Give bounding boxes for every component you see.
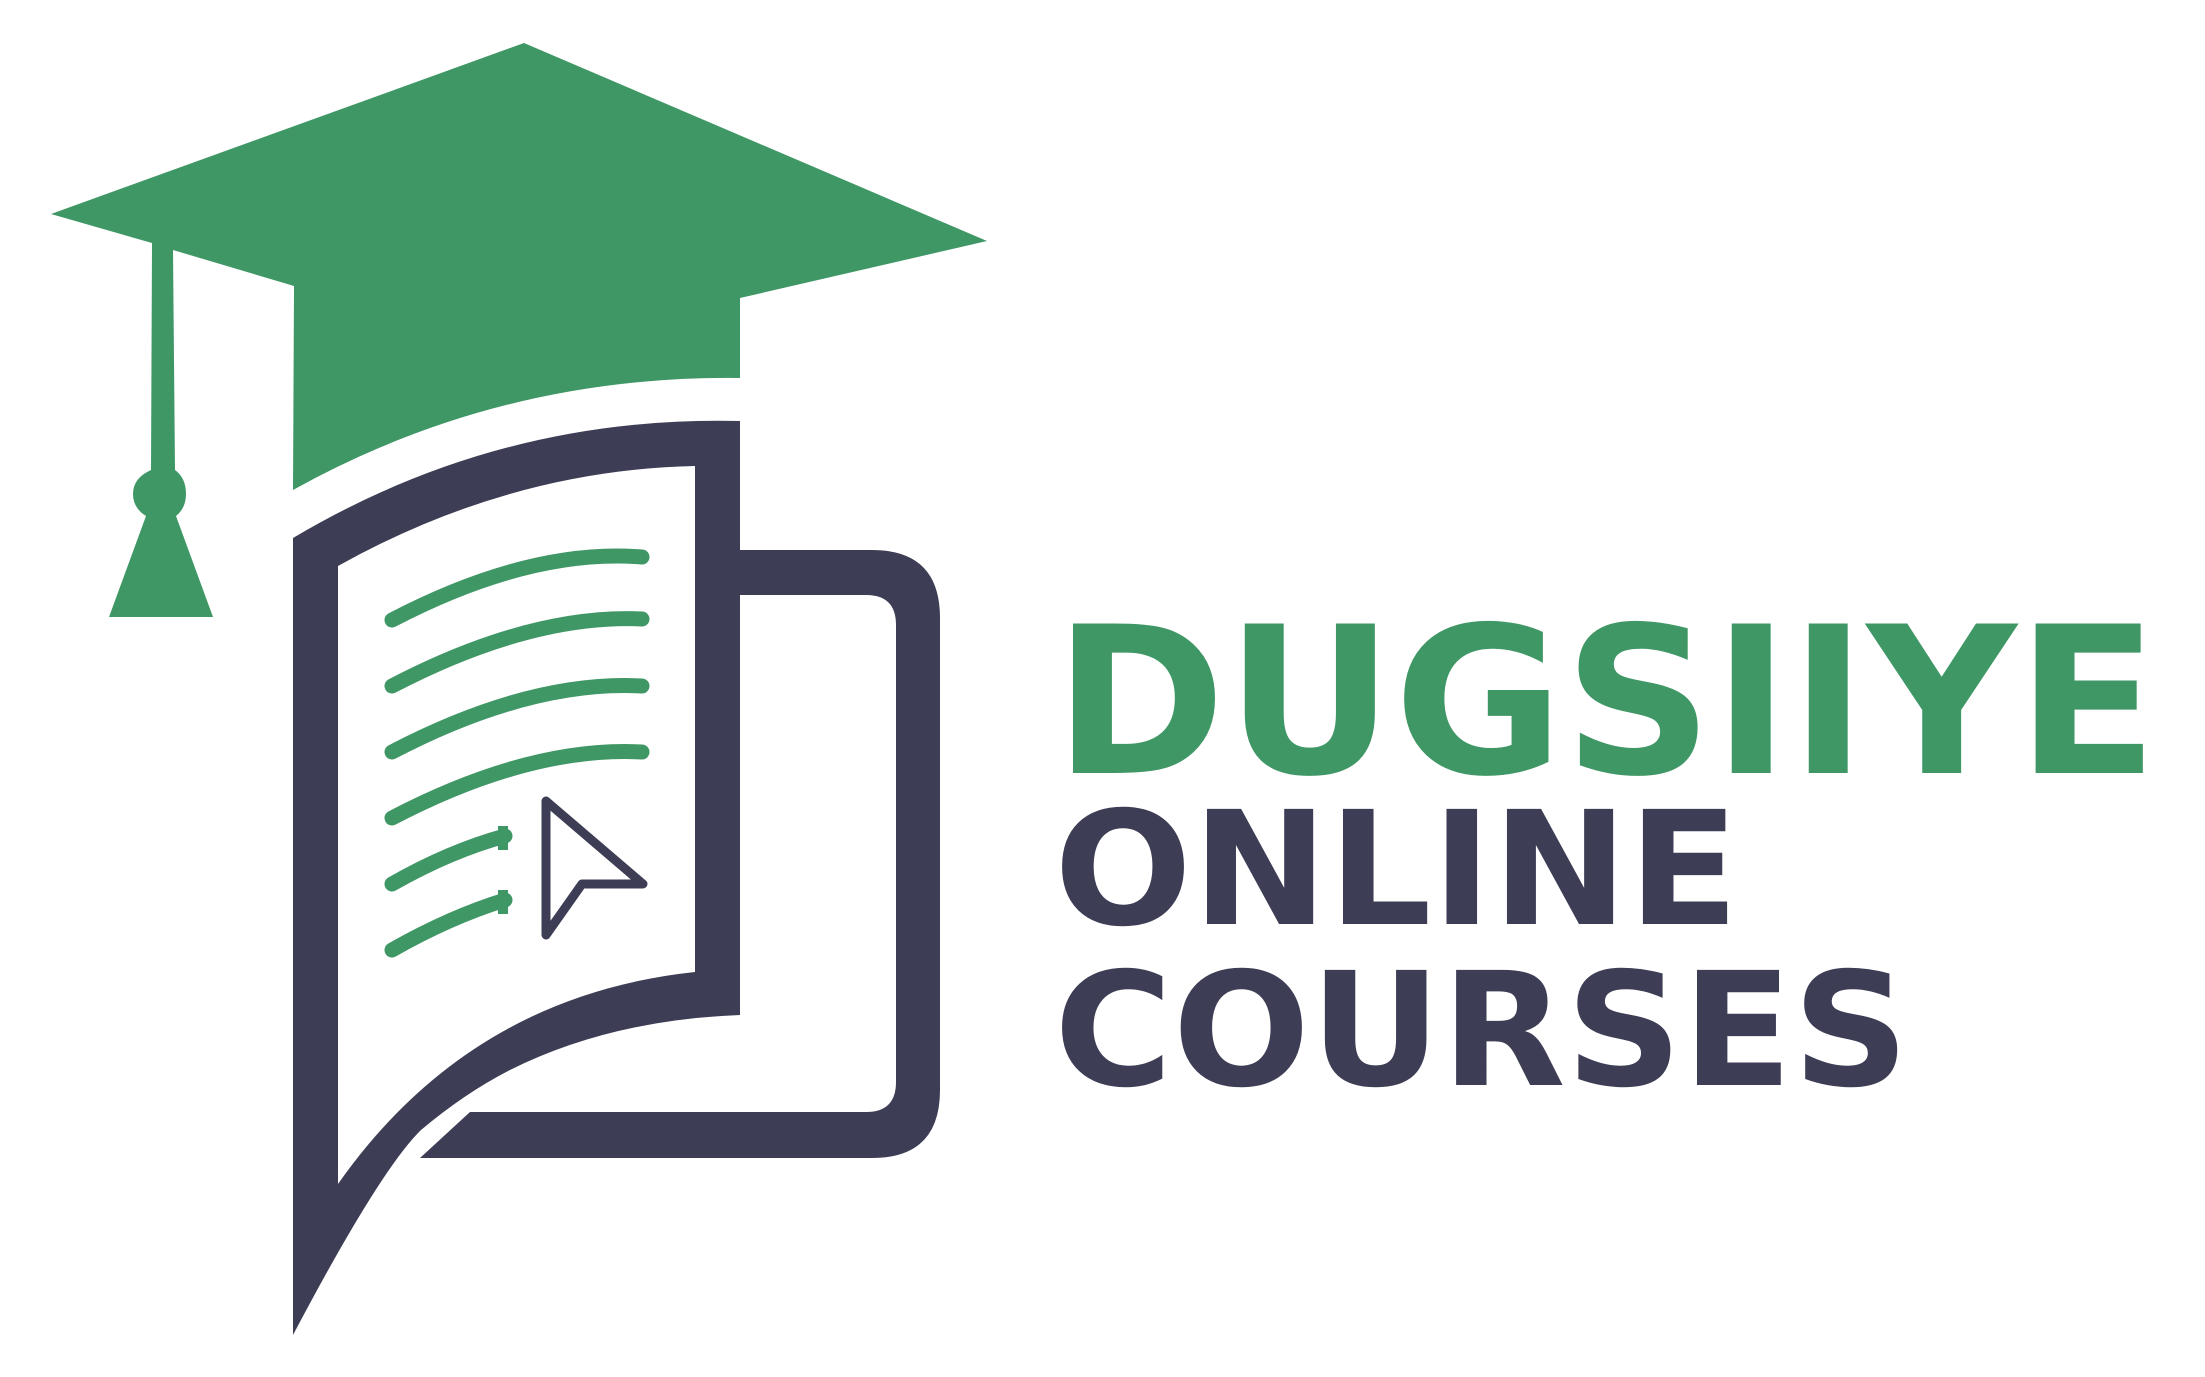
brand-name-line3: COURSES — [1054, 939, 1909, 1123]
wordmark: DUGSIIYE ONLINE COURSES — [1054, 584, 2158, 1123]
brand-name-line2: ONLINE — [1054, 778, 1739, 962]
